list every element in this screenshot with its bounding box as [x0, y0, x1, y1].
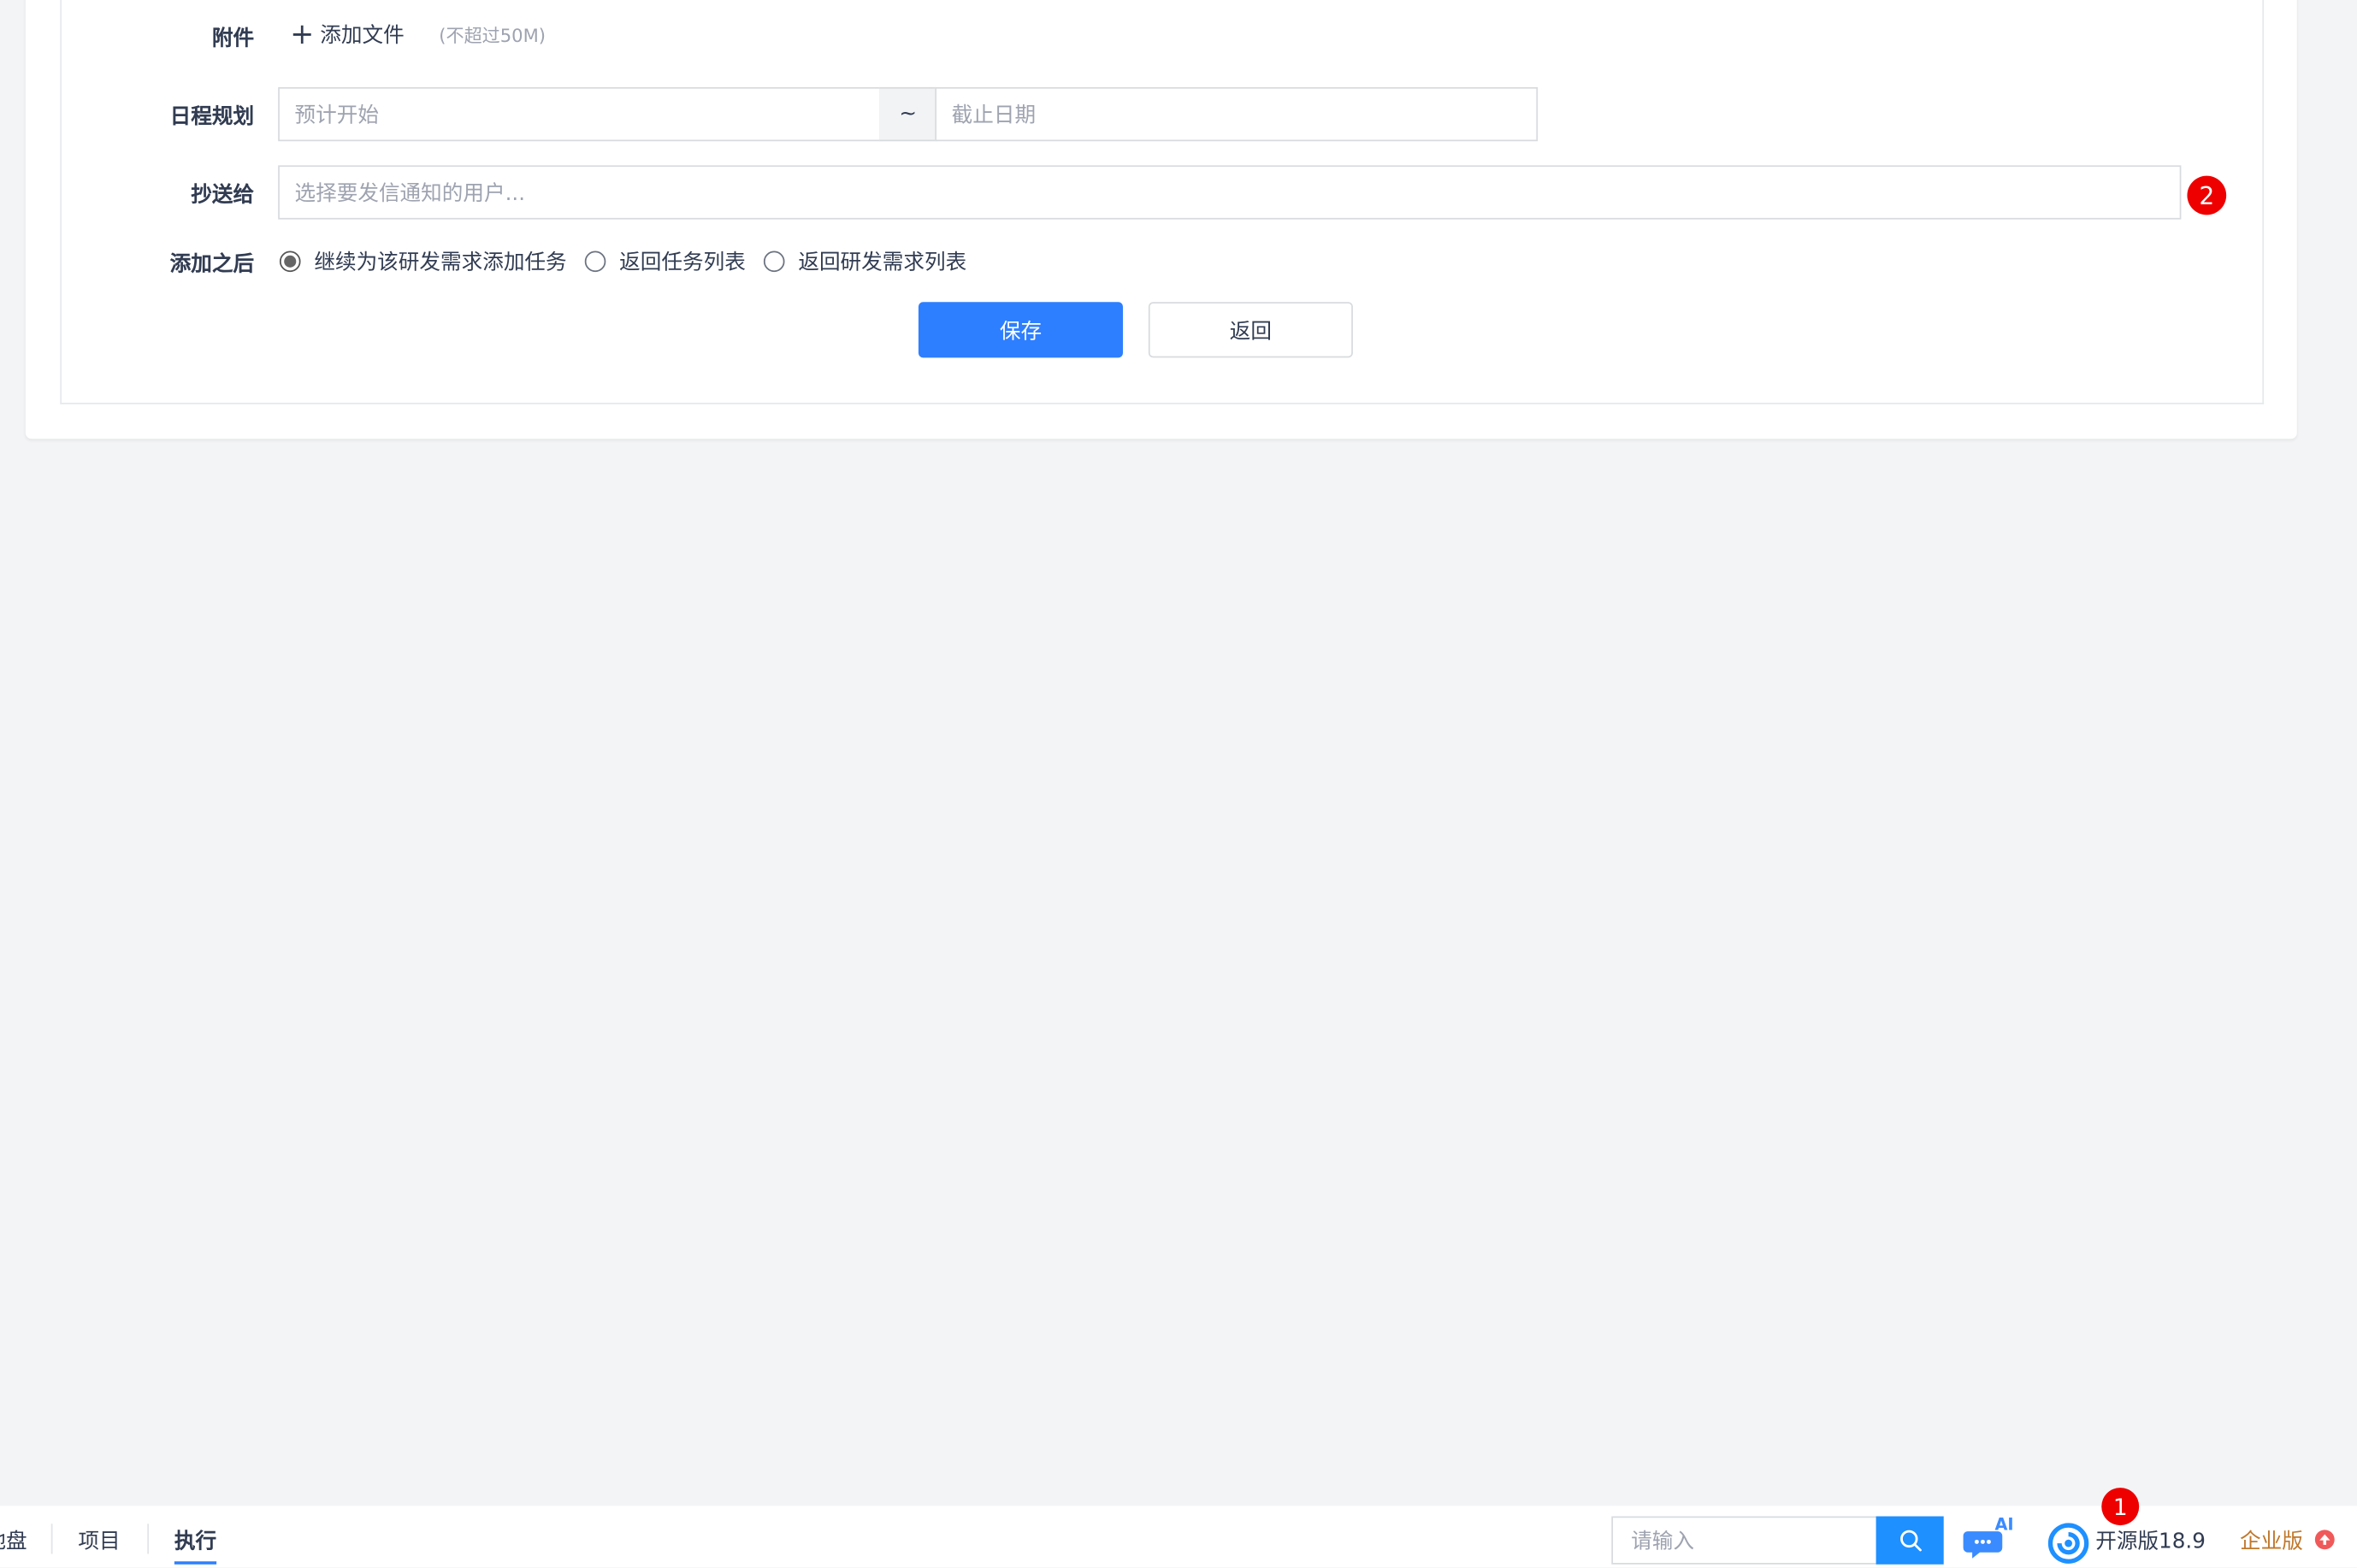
page: 附件 + 添加文件 (不超过50M) 日程规划 预计开始 ~ 截止日期 抄送给 … — [0, 0, 2357, 1568]
radio-return-story-list[interactable]: 返回研发需求列表 — [763, 246, 967, 276]
radio-return-task-list[interactable]: 返回任务列表 — [584, 246, 746, 276]
radio-continue-add-task[interactable]: 继续为该研发需求添加任务 — [279, 246, 567, 276]
cc-user-select[interactable]: 选择要发信通知的用户... — [278, 165, 2182, 220]
footer-bar: 地盘 项目 执行 请输入 AI 开源版18.9 1 — [0, 1488, 2357, 1568]
radio-label: 继续为该研发需求添加任务 — [314, 251, 567, 275]
save-button[interactable]: 保存 — [918, 302, 1124, 358]
nav-item-dashboard[interactable]: 地盘 — [0, 1525, 27, 1555]
version-badge: 1 — [2101, 1488, 2140, 1526]
enterprise-link[interactable]: 企业版 — [2240, 1525, 2303, 1555]
nav-divider — [147, 1524, 150, 1554]
date-range-separator: ~ — [879, 86, 937, 142]
add-file-button[interactable]: + 添加文件 — [290, 20, 404, 50]
schedule-label: 日程规划 — [169, 105, 255, 130]
radio-label: 返回研发需求列表 — [798, 251, 967, 275]
version-label[interactable]: 开源版18.9 — [2095, 1525, 2206, 1555]
search-button[interactable] — [1876, 1516, 1944, 1565]
search-input[interactable]: 请输入 — [1611, 1516, 1878, 1565]
ai-label: AI — [1994, 1514, 2014, 1535]
plus-icon: + — [290, 18, 315, 51]
nav-divider — [50, 1524, 53, 1554]
back-button[interactable]: 返回 — [1148, 302, 1353, 358]
file-size-hint: (不超过50M) — [439, 25, 546, 47]
radio-unchecked-icon[interactable] — [584, 251, 606, 273]
nav-item-project[interactable]: 项目 — [78, 1525, 120, 1555]
end-date-input[interactable]: 截止日期 — [935, 86, 1539, 142]
radio-unchecked-icon[interactable] — [763, 251, 785, 273]
start-date-input[interactable]: 预计开始 — [278, 86, 882, 142]
after-add-label: 添加之后 — [169, 252, 255, 277]
radio-checked-icon[interactable] — [279, 251, 301, 273]
add-file-label: 添加文件 — [320, 24, 405, 49]
nav-item-execution[interactable]: 执行 — [174, 1525, 217, 1565]
zentao-logo-icon — [2047, 1523, 2089, 1565]
radio-label: 返回任务列表 — [619, 251, 746, 275]
notification-badge: 2 — [2187, 175, 2227, 215]
cc-label: 抄送给 — [191, 183, 255, 208]
search-icon — [1899, 1530, 1921, 1552]
after-add-radio-group: 继续为该研发需求添加任务 返回任务列表 返回研发需求列表 — [279, 246, 984, 276]
attachment-label: 附件 — [211, 27, 255, 51]
upgrade-arrow-icon — [2314, 1530, 2335, 1550]
ai-chat-icon[interactable]: AI — [1963, 1515, 2017, 1561]
